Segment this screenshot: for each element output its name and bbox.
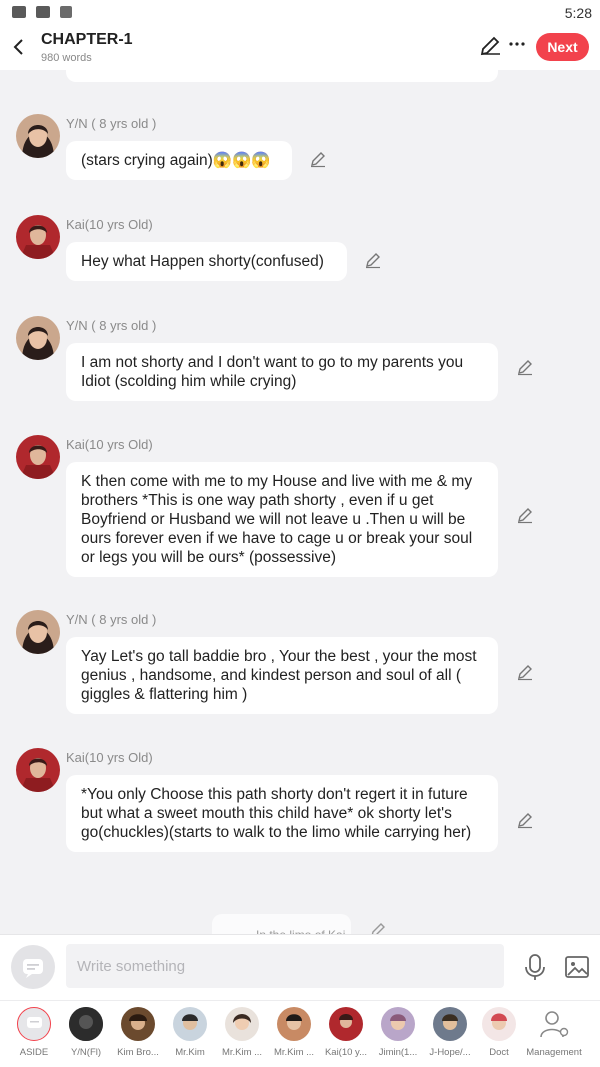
edit-pen-icon[interactable] xyxy=(364,251,382,269)
message-bubble[interactable]: *You only Choose this path shorty don't … xyxy=(66,775,498,852)
girl-avatar-icon xyxy=(16,114,60,158)
character-name: Kai(10 y... xyxy=(324,1047,368,1058)
character-kai[interactable]: Kai(10 y... xyxy=(321,1007,371,1058)
word-count: 980 words xyxy=(41,52,92,64)
boy-avatar-icon xyxy=(16,215,60,259)
avatar xyxy=(482,1007,516,1041)
folder-notification-icon xyxy=(36,6,50,18)
message-input[interactable] xyxy=(66,944,504,988)
message-bubble[interactable]: Hey what Happen shorty(confused) xyxy=(66,242,347,281)
avatar xyxy=(173,1007,207,1041)
speaker-name: Y/N ( 8 yrs old ) xyxy=(66,318,157,333)
character-doctor[interactable]: Doct xyxy=(477,1007,521,1058)
character-bar: ASIDE Y/N(Fl) Kim Bro... Mr.Kim Mr.Kim .… xyxy=(0,1000,600,1067)
chevron-left-icon xyxy=(13,39,23,55)
avatar xyxy=(381,1007,415,1041)
microphone-icon[interactable] xyxy=(522,953,548,981)
character-name: Mr.Kim ... xyxy=(273,1047,315,1058)
speaker-name: Kai(10 yrs Old) xyxy=(66,750,153,765)
boy-avatar-icon xyxy=(16,748,60,792)
page-title: CHAPTER-1 xyxy=(41,31,133,48)
character-jimin[interactable]: Jimin(1... xyxy=(373,1007,423,1058)
character-name: Mr.Kim xyxy=(175,1047,205,1058)
character-name: ASIDE xyxy=(19,1047,49,1058)
character-name: Doct xyxy=(489,1047,509,1058)
character-name: Management xyxy=(526,1047,582,1058)
avatar xyxy=(329,1007,363,1041)
character-mr-kim[interactable]: Mr.Kim xyxy=(165,1007,215,1058)
girl-avatar-icon xyxy=(16,610,60,654)
avatar[interactable] xyxy=(16,215,60,259)
speaker-name: Kai(10 yrs Old) xyxy=(66,217,153,232)
avatar xyxy=(277,1007,311,1041)
edit-pen-icon[interactable] xyxy=(309,150,327,168)
app-notification-icon xyxy=(60,6,72,18)
user-settings-icon xyxy=(537,1007,571,1041)
speaker-name: Y/N ( 8 yrs old ) xyxy=(66,612,157,627)
character-mr-kim-2[interactable]: Mr.Kim ... xyxy=(217,1007,267,1058)
edit-pen-icon[interactable] xyxy=(478,34,502,58)
character-mr-kim-3[interactable]: Mr.Kim ... xyxy=(269,1007,319,1058)
status-bar: 5:28 xyxy=(0,0,600,26)
avatar[interactable] xyxy=(16,610,60,654)
boy-avatar-icon xyxy=(16,435,60,479)
character-jhope[interactable]: J-Hope/... xyxy=(425,1007,475,1058)
character-name: Kim Bro... xyxy=(117,1047,159,1058)
character-name: Y/N(Fl) xyxy=(70,1047,102,1058)
edit-pen-icon[interactable] xyxy=(369,921,387,934)
management-button[interactable]: Management xyxy=(524,1007,584,1058)
more-dots-icon xyxy=(509,42,525,46)
message-bubble[interactable]: I am not shorty and I don't want to go t… xyxy=(66,343,498,401)
avatar[interactable] xyxy=(16,748,60,792)
avatar[interactable] xyxy=(16,316,60,360)
partial-message-bubble[interactable]: In the limo of Kai xyxy=(212,914,351,934)
girl-avatar-icon xyxy=(16,316,60,360)
character-yn[interactable]: Y/N(Fl) xyxy=(61,1007,111,1058)
speaker-name: Kai(10 yrs Old) xyxy=(66,437,153,452)
aside-toggle-button[interactable] xyxy=(11,945,55,989)
avatar xyxy=(225,1007,259,1041)
chat-area[interactable]: Y/N ( 8 yrs old ) (stars crying again)😱😱… xyxy=(0,70,600,934)
message-bubble[interactable]: Yay Let's go tall baddie bro , Your the … xyxy=(66,637,498,714)
character-name: Mr.Kim ... xyxy=(221,1047,263,1058)
edit-pen-icon[interactable] xyxy=(516,358,534,376)
more-options-button[interactable] xyxy=(506,32,528,56)
avatar xyxy=(69,1007,103,1041)
character-name: Jimin(1... xyxy=(378,1047,418,1058)
avatar xyxy=(433,1007,467,1041)
message-bubble[interactable]: (stars crying again)😱😱😱 xyxy=(66,141,292,180)
message-bubble[interactable]: K then come with me to my House and live… xyxy=(66,462,498,577)
avatar xyxy=(121,1007,155,1041)
previous-message-bubble xyxy=(66,70,498,82)
avatar[interactable] xyxy=(16,435,60,479)
avatar[interactable] xyxy=(16,114,60,158)
character-kim-bro[interactable]: Kim Bro... xyxy=(113,1007,163,1058)
speech-bubble-icon xyxy=(23,959,43,978)
header: CHAPTER-1 980 words Next xyxy=(0,26,600,70)
image-notification-icon xyxy=(12,6,26,18)
aside-icon xyxy=(17,1007,51,1041)
character-aside[interactable]: ASIDE xyxy=(9,1007,59,1058)
next-button[interactable]: Next xyxy=(536,33,589,61)
edit-pen-icon[interactable] xyxy=(516,811,534,829)
edit-pen-icon[interactable] xyxy=(516,663,534,681)
speaker-name: Y/N ( 8 yrs old ) xyxy=(66,116,157,131)
character-name: J-Hope/... xyxy=(429,1047,471,1058)
clock: 5:28 xyxy=(564,5,592,21)
edit-pen-icon[interactable] xyxy=(516,506,534,524)
back-button[interactable] xyxy=(4,32,34,62)
image-icon[interactable] xyxy=(564,955,590,979)
composer-bar xyxy=(0,934,600,1000)
